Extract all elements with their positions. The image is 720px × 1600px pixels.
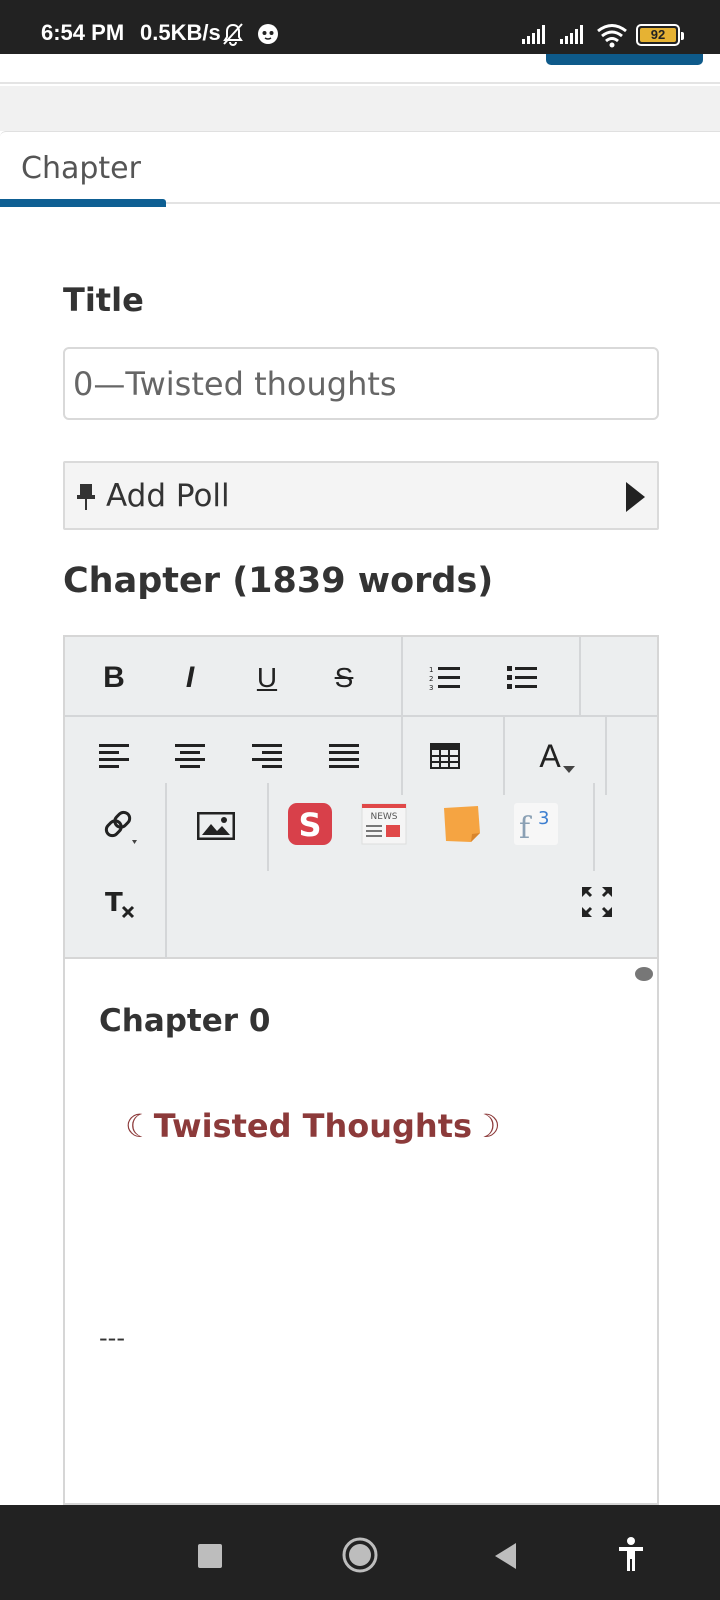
- content-subheading: ☾Twisted Thoughts☽: [125, 1107, 501, 1145]
- signal-2-icon: [560, 25, 583, 44]
- header-action-button[interactable]: [546, 54, 703, 65]
- align-right-icon: [252, 744, 282, 768]
- f3-sup-text: 3: [538, 808, 549, 829]
- add-poll-label: Add Poll: [106, 478, 230, 514]
- back-triangle-icon[interactable]: [493, 1541, 519, 1571]
- fullscreen-button[interactable]: [569, 877, 625, 927]
- align-left-button[interactable]: [79, 733, 149, 779]
- title-label: Title: [63, 281, 144, 319]
- toolbar-separator: [503, 717, 505, 795]
- ordered-list-button[interactable]: 1 2 3: [410, 655, 480, 701]
- battery-level: 92: [650, 27, 666, 42]
- title-input[interactable]: [63, 347, 659, 420]
- svg-text:3: 3: [429, 684, 433, 692]
- align-left-icon: [99, 744, 129, 768]
- strikethrough-label: S: [334, 662, 354, 693]
- dropdown-caret-icon: [562, 765, 575, 773]
- f3-base-text: f: [519, 811, 532, 846]
- table-icon: [430, 743, 460, 769]
- tab-bar: Chapter: [0, 131, 720, 207]
- table-button[interactable]: [410, 733, 480, 779]
- signal-1-icon: [522, 25, 545, 44]
- link-icon: [104, 810, 137, 844]
- page-band: [0, 86, 720, 131]
- image-button[interactable]: [181, 801, 251, 851]
- news-badge-text: NEWS: [370, 812, 397, 822]
- rich-text-editor: B I U S 1 2 3 A S NEWS f 3 T Chapter 0 ☾…: [63, 635, 659, 1505]
- image-icon: [197, 812, 235, 840]
- editor-toolbar: B I U S 1 2 3 A S NEWS f 3 T: [65, 637, 657, 959]
- tab-chapter[interactable]: Chapter: [0, 132, 166, 207]
- f3-icon: f 3: [514, 803, 558, 846]
- status-time: 6:54 PM: [41, 20, 125, 45]
- align-center-button[interactable]: [155, 733, 225, 779]
- clear-format-text: T: [105, 888, 123, 918]
- muted-bell-icon: [223, 23, 243, 46]
- expand-arrow-icon: [626, 482, 645, 512]
- add-poll-button[interactable]: Add Poll: [63, 461, 659, 530]
- svg-text:2: 2: [429, 675, 433, 683]
- toolbar-separator: [401, 717, 403, 795]
- toolbar-separator: [267, 783, 269, 871]
- clear-format-icon: T: [105, 888, 135, 919]
- underline-button[interactable]: U: [232, 655, 302, 701]
- sticky-note-icon: [444, 806, 480, 842]
- bullet-list-icon: [507, 666, 537, 689]
- battery-indicator: 92: [636, 24, 684, 46]
- strikethrough-button[interactable]: S: [309, 655, 379, 701]
- svg-text:1: 1: [429, 666, 433, 674]
- align-right-button[interactable]: [232, 733, 302, 779]
- pin-icon: [77, 484, 95, 510]
- formula-plugin-button[interactable]: f 3: [511, 799, 561, 849]
- bullet-list-button[interactable]: [487, 655, 557, 701]
- scroll-indicator[interactable]: [635, 967, 653, 981]
- active-tab-indicator: [0, 199, 166, 207]
- s-logo-icon: S: [288, 803, 332, 845]
- content-heading: Chapter 0: [99, 1003, 271, 1039]
- underline-label: U: [256, 662, 278, 693]
- align-justify-button[interactable]: [309, 733, 379, 779]
- assistant-icon: [258, 24, 278, 44]
- toolbar-separator: [165, 783, 167, 871]
- recents-square-icon[interactable]: [197, 1543, 223, 1569]
- bold-button[interactable]: B: [79, 655, 149, 701]
- fullscreen-icon: [581, 886, 613, 918]
- home-circle-icon[interactable]: [340, 1535, 380, 1575]
- font-color-button[interactable]: A: [517, 731, 597, 781]
- tab-chapter-label: Chapter: [21, 151, 141, 186]
- toolbar-separator: [165, 869, 167, 959]
- accessibility-icon[interactable]: [618, 1537, 644, 1571]
- toolbar-separator: [401, 637, 403, 715]
- toolbar-row-divider: [65, 715, 657, 717]
- status-bar: 6:54 PM 0.5KB/s 92: [0, 0, 720, 54]
- sticky-note-plugin-button[interactable]: [437, 799, 487, 849]
- toolbar-separator: [593, 783, 595, 871]
- spoiler-plugin-button[interactable]: S: [285, 799, 335, 849]
- bold-label: B: [103, 661, 125, 694]
- italic-button[interactable]: I: [155, 655, 225, 701]
- toolbar-separator: [579, 637, 581, 715]
- align-justify-icon: [329, 744, 359, 768]
- italic-label: I: [185, 661, 195, 694]
- toolbar-separator: [605, 717, 607, 795]
- chapter-word-count-label: Chapter (1839 words): [63, 561, 494, 601]
- font-color-label: A: [539, 737, 561, 774]
- link-button[interactable]: [89, 803, 155, 853]
- news-plugin-button[interactable]: NEWS: [359, 799, 409, 849]
- newspaper-icon: NEWS: [361, 803, 407, 845]
- network-speed: 0.5KB/s: [140, 20, 221, 45]
- content-divider: ---: [99, 1324, 125, 1352]
- navigation-bar: [0, 1505, 720, 1600]
- svg-text:S: S: [298, 806, 321, 844]
- clear-format-button[interactable]: T: [85, 879, 155, 929]
- wifi-icon: [597, 24, 627, 48]
- ordered-list-icon: 1 2 3: [429, 666, 460, 692]
- editor-content[interactable]: Chapter 0 ☾Twisted Thoughts☽ ---: [65, 959, 657, 1503]
- align-center-icon: [175, 744, 205, 768]
